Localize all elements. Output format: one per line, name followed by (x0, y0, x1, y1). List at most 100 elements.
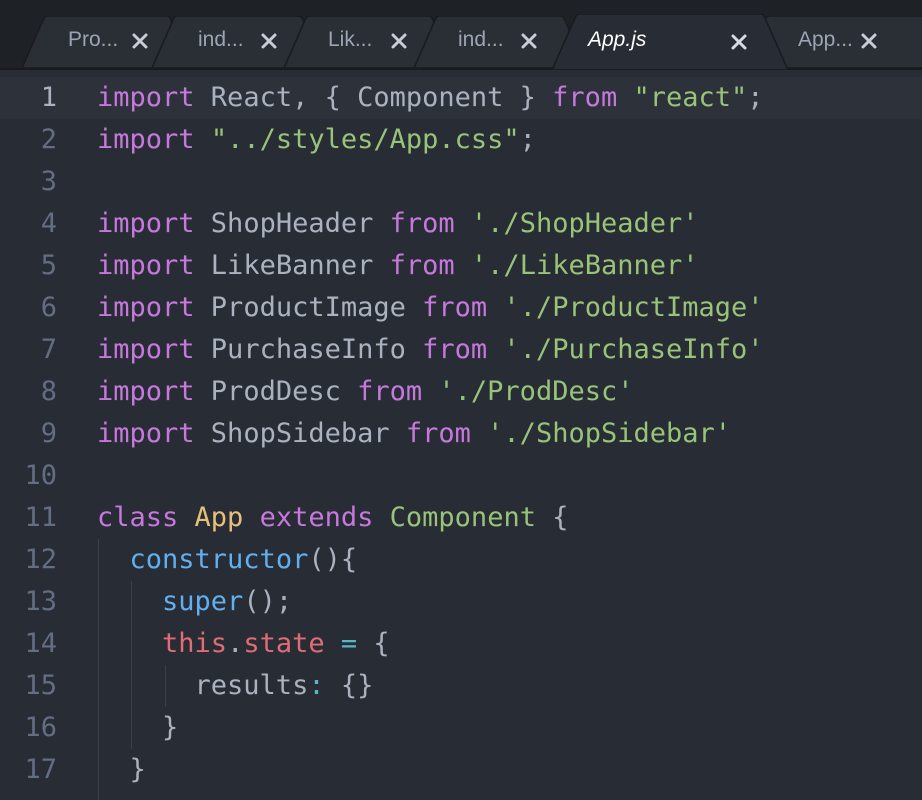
code-token: ; (747, 82, 764, 113)
code-token: ShopHeader (194, 208, 390, 239)
code-text: import ShopSidebar from './ShopSidebar' (97, 413, 731, 455)
tab-label: ind... (458, 28, 504, 51)
code-token: {} (324, 670, 374, 701)
code-token: PurchaseInfo (194, 334, 423, 365)
code-text: import ProdDesc from './ProdDesc' (97, 371, 633, 413)
code-token: state (243, 628, 325, 659)
code-token: ShopSidebar (194, 418, 406, 449)
code-line[interactable]: 15 results: {} (0, 665, 922, 707)
editor-window: Pro... ind... Lik... ind... App... App.j… (0, 0, 922, 800)
code-line[interactable]: 7 import PurchaseInfo from './PurchaseInf… (0, 329, 922, 371)
code-token: App (194, 502, 244, 533)
tab-label: ind... (198, 28, 244, 51)
line-number: 17 (24, 754, 57, 785)
code-line[interactable]: 14 this.state = { (0, 623, 922, 665)
code-token: . (227, 628, 244, 659)
code-text: import LikeBanner from './LikeBanner' (97, 245, 699, 287)
close-icon[interactable] (518, 30, 540, 52)
code-token: super (162, 586, 244, 617)
code-line[interactable]: 11 class App extends Component { (0, 497, 922, 539)
code-token: from (422, 292, 488, 323)
code-token: import (97, 334, 195, 365)
code-token: './ProdDesc' (438, 376, 634, 407)
close-icon[interactable] (858, 30, 880, 52)
code-token: from (357, 376, 423, 407)
code-text: import ProductImage from './ProductImage… (97, 287, 764, 329)
code-text: results: {} (97, 665, 374, 707)
close-icon[interactable] (728, 31, 750, 53)
code-token: : (308, 670, 325, 701)
indent-guide (131, 581, 132, 749)
close-icon[interactable] (258, 30, 280, 52)
tab-label: Lik... (328, 28, 373, 51)
code-line[interactable]: 1 import React, { Component } from "react… (0, 77, 922, 119)
code-editor[interactable]: 1 import React, { Component } from "react… (0, 77, 922, 800)
close-icon[interactable] (129, 30, 151, 52)
code-token: from (389, 250, 455, 281)
code-token: } (97, 712, 179, 743)
code-text: constructor(){ (97, 539, 358, 581)
code-text: class App extends Component { (97, 497, 568, 539)
code-token: constructor (129, 544, 309, 575)
code-token: './ProductImage' (503, 292, 764, 323)
code-line[interactable]: 16 } (0, 707, 922, 749)
code-token: './ShopHeader' (470, 208, 699, 239)
code-token: React, { Component } (194, 82, 553, 113)
tab-bar: Pro... ind... Lik... ind... App... App.j… (0, 0, 922, 70)
code-line[interactable]: 10 (0, 455, 922, 497)
code-line[interactable]: 8 import ProdDesc from './ProdDesc' (0, 371, 922, 413)
code-token: from (405, 418, 471, 449)
code-token: class (97, 502, 179, 533)
code-token: ; (519, 124, 536, 155)
code-text: this.state = { (97, 623, 390, 665)
code-line[interactable]: 12 constructor(){ (0, 539, 922, 581)
code-token: "react" (633, 82, 748, 113)
code-line[interactable]: 13 super(); (0, 581, 922, 623)
code-text: import ShopHeader from './ShopHeader' (97, 203, 699, 245)
code-line[interactable]: 6 import ProductImage from './ProductImag… (0, 287, 922, 329)
close-icon[interactable] (388, 30, 410, 52)
line-number: 9 (40, 418, 57, 449)
line-number: 5 (40, 250, 57, 281)
code-line[interactable]: 3 (0, 161, 922, 203)
line-number: 3 (40, 166, 57, 197)
line-number: 16 (24, 712, 57, 743)
line-number: 11 (24, 502, 57, 533)
tab-app-js-active[interactable]: App.js (552, 14, 788, 70)
code-token: ProductImage (194, 292, 423, 323)
code-token: ProdDesc (194, 376, 358, 407)
code-token: import (97, 82, 195, 113)
code-line[interactable]: 17 } (0, 749, 922, 791)
code-text: import "../styles/App.css"; (97, 119, 536, 161)
code-token: this (162, 628, 228, 659)
line-number: 7 (40, 334, 57, 365)
tab-label: App.js (588, 28, 647, 51)
code-line[interactable]: 9 import ShopSidebar from './ShopSidebar' (0, 413, 922, 455)
code-line[interactable]: 2 import "../styles/App.css"; (0, 119, 922, 161)
code-token: { (535, 502, 569, 533)
code-token: import (97, 376, 195, 407)
code-token: './PurchaseInfo' (503, 334, 764, 365)
line-number: 14 (24, 628, 57, 659)
code-text: import PurchaseInfo from './PurchaseInfo… (97, 329, 764, 371)
tab-label: Pro... (68, 28, 119, 51)
code-text: } (97, 749, 146, 791)
line-number: 4 (40, 208, 57, 239)
code-line[interactable]: 4 import ShopHeader from './ShopHeader' (0, 203, 922, 245)
code-token: } (97, 754, 146, 785)
code-token: import (97, 292, 195, 323)
indent-guide (98, 539, 99, 800)
code-line[interactable]: 5 import LikeBanner from './LikeBanner' (0, 245, 922, 287)
indent-guide (165, 665, 166, 707)
code-token: { (357, 628, 390, 659)
